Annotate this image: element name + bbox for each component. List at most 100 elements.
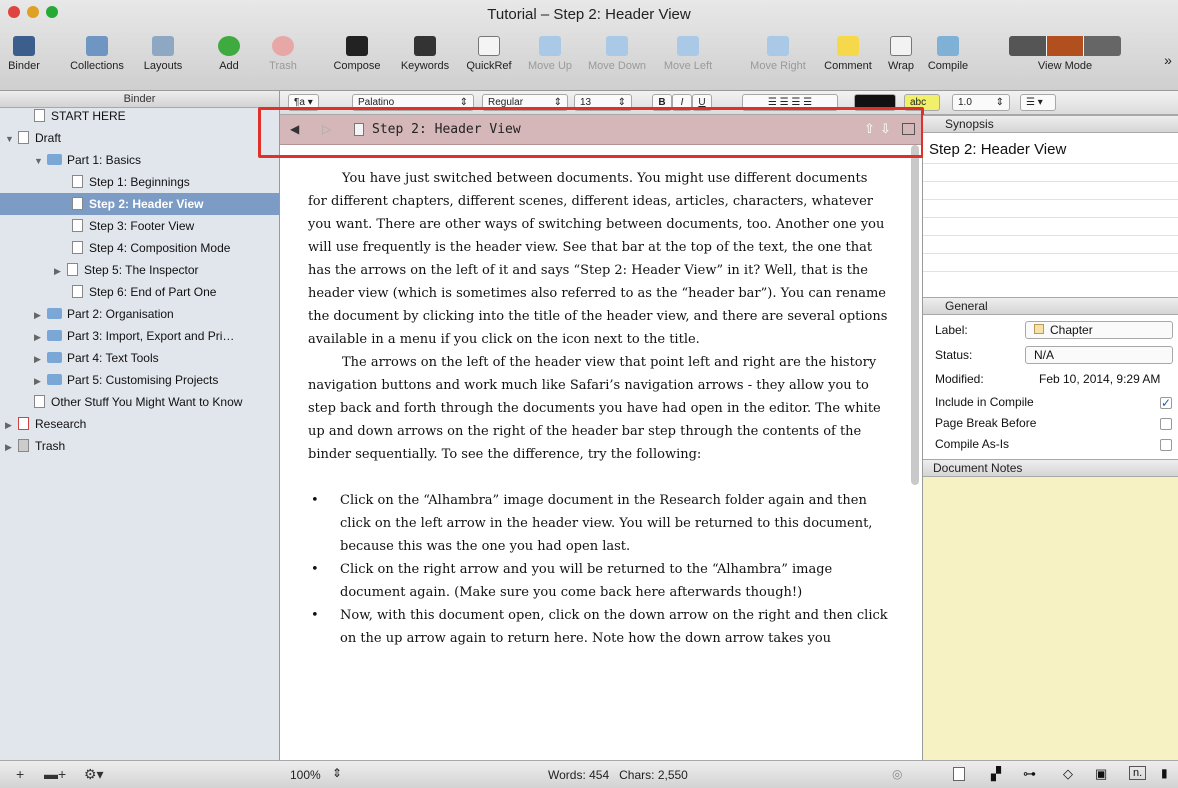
binder-item-part-5[interactable]: ▶ Part 5: Customising Projects [34, 369, 218, 391]
binder-item-part-1[interactable]: ▼ Part 1: Basics [34, 149, 141, 171]
disclosure-closed-icon[interactable]: ▶ [34, 326, 44, 348]
binder-item-part-4[interactable]: ▶ Part 4: Text Tools [34, 347, 159, 369]
binder-item-step-3[interactable]: Step 3: Footer View [72, 215, 194, 237]
folder-icon [47, 352, 62, 363]
include-in-compile-label: Include in Compile [935, 395, 1034, 409]
modified-key: Modified: [935, 372, 984, 386]
document-icon [72, 197, 83, 210]
disclosure-closed-icon[interactable]: ▶ [34, 348, 44, 370]
binder-item-draft[interactable]: ▼ Draft [5, 127, 61, 149]
move-down-button[interactable]: Move Down [584, 36, 650, 72]
add-folder-button[interactable]: ▬+ [44, 766, 66, 782]
binder-item-step-2[interactable]: Step 2: Header View [0, 193, 279, 215]
disclosure-closed-icon[interactable]: ▶ [34, 304, 44, 326]
overflow-chevron-icon[interactable]: » [1160, 52, 1176, 68]
references-tab-icon[interactable]: ▞ [991, 766, 1001, 782]
label-key: Label: [935, 323, 968, 337]
document-text[interactable]: You have just switched between documents… [308, 167, 888, 650]
add-item-button[interactable]: + [16, 766, 24, 782]
arrow-up-icon [539, 36, 561, 56]
page-break-before-label: Page Break Before [935, 416, 1037, 430]
zoom-stepper-icon[interactable]: ⇕ [332, 766, 342, 780]
window-title: Tutorial – Step 2: Header View [487, 6, 691, 23]
collections-button[interactable]: Collections [64, 36, 130, 72]
collections-icon [86, 36, 108, 56]
add-button[interactable]: Add [213, 36, 245, 72]
binder-footer: + ▬+ ⚙▾ [0, 760, 280, 788]
move-up-button[interactable]: Move Up [523, 36, 577, 72]
disclosure-open-icon[interactable]: ▼ [5, 128, 15, 150]
disclosure-open-icon[interactable]: ▼ [34, 150, 44, 172]
folder-icon [47, 330, 62, 341]
document-icon [34, 109, 45, 122]
document-icon [72, 285, 83, 298]
disclosure-closed-icon[interactable]: ▶ [34, 370, 44, 392]
quickref-icon [478, 36, 500, 56]
synopsis-rule [923, 217, 1178, 218]
binder-item-part-3[interactable]: ▶ Part 3: Import, Export and Pri… [34, 325, 234, 347]
inspector-footer: ▞ ⊶ ◇ ▣ n. ▮ [923, 760, 1178, 788]
binder-item-trash[interactable]: ▶ Trash [5, 435, 65, 457]
disclosure-closed-icon[interactable]: ▶ [54, 260, 64, 282]
compile-button[interactable]: Compile [924, 36, 972, 72]
snapshots-tab-icon[interactable]: ▣ [1095, 766, 1107, 782]
keywords-button[interactable]: Keywords [394, 36, 456, 72]
draft-icon [18, 131, 29, 144]
compile-as-is-checkbox[interactable] [1160, 439, 1172, 451]
disclosure-closed-icon[interactable]: ▶ [5, 436, 15, 458]
binder-item-start-here[interactable]: START HERE [34, 105, 126, 127]
binder-item-step-4[interactable]: Step 4: Composition Mode [72, 237, 230, 259]
keywords-tab-icon[interactable]: ⊶ [1023, 766, 1036, 782]
page-break-before-checkbox[interactable] [1160, 418, 1172, 430]
trash-button[interactable]: Trash [267, 36, 299, 72]
move-left-button[interactable]: Move Left [657, 36, 719, 72]
word-char-count: Words: 454 Chars: 2,550 [548, 768, 688, 782]
binder-item-other-stuff[interactable]: Other Stuff You Might Want to Know [34, 391, 242, 413]
binder-item-step-6[interactable]: Step 6: End of Part One [72, 281, 216, 303]
gear-icon[interactable]: ⚙▾ [84, 766, 104, 783]
footnotes-tab-icon[interactable]: n. [1129, 766, 1147, 780]
synopsis-header: Synopsis [923, 115, 1178, 133]
modified-value: Feb 10, 2014, 9:29 AM [1039, 372, 1161, 386]
move-right-button[interactable]: Move Right [744, 36, 812, 72]
editor-scrollbar[interactable] [911, 145, 919, 485]
folder-icon [47, 374, 62, 385]
synopsis-rule [923, 271, 1178, 272]
line-spacing-select[interactable]: 1.0 ⇕ [952, 94, 1010, 111]
target-icon[interactable]: ◎ [892, 767, 902, 781]
notes-tab-icon[interactable] [953, 767, 965, 781]
lock-icon[interactable]: ▮ [1161, 766, 1168, 780]
compile-as-is-label: Compile As-Is [935, 437, 1010, 451]
document-notes-area[interactable] [923, 469, 1178, 760]
binder-item-step-1[interactable]: Step 1: Beginnings [72, 171, 190, 193]
include-in-compile-checkbox[interactable]: ✓ [1160, 397, 1172, 409]
binder-item-part-2[interactable]: ▶ Part 2: Organisation [34, 303, 174, 325]
zoom-select[interactable]: 100% [290, 768, 321, 782]
trash-icon [18, 439, 29, 452]
disclosure-closed-icon[interactable]: ▶ [5, 414, 15, 436]
comments-tab-icon[interactable]: ◇ [1063, 766, 1073, 782]
keywords-icon [414, 36, 436, 56]
wrap-button[interactable]: Wrap [884, 36, 918, 72]
compose-button[interactable]: Compose [328, 36, 386, 72]
binder-icon [13, 36, 35, 56]
view-mode-control[interactable]: View Mode [1000, 36, 1130, 72]
trash-icon [272, 36, 294, 56]
synopsis-title[interactable]: Step 2: Header View [929, 141, 1066, 158]
arrow-right-icon [767, 36, 789, 56]
list-style-menu[interactable]: ☰ ▾ [1020, 94, 1056, 111]
status-select[interactable]: N/A [1025, 346, 1173, 364]
comment-button[interactable]: Comment [817, 36, 879, 72]
label-select[interactable]: Chapter [1025, 321, 1173, 339]
document-stack-icon [67, 263, 78, 276]
list-item: Click on the right arrow and you will be… [308, 558, 888, 604]
synopsis-rule [923, 181, 1178, 182]
bullet-list: Click on the “Alhambra” image document i… [308, 489, 888, 650]
status-key: Status: [935, 348, 973, 362]
binder-item-research[interactable]: ▶ Research [5, 413, 86, 435]
quickref-button[interactable]: QuickRef [460, 36, 518, 72]
binder-item-step-5[interactable]: ▶ Step 5: The Inspector [54, 259, 199, 281]
layouts-button[interactable]: Layouts [138, 36, 188, 72]
paragraph: The arrows on the left of the header vie… [308, 355, 881, 462]
binder-button[interactable]: Binder [6, 36, 42, 72]
